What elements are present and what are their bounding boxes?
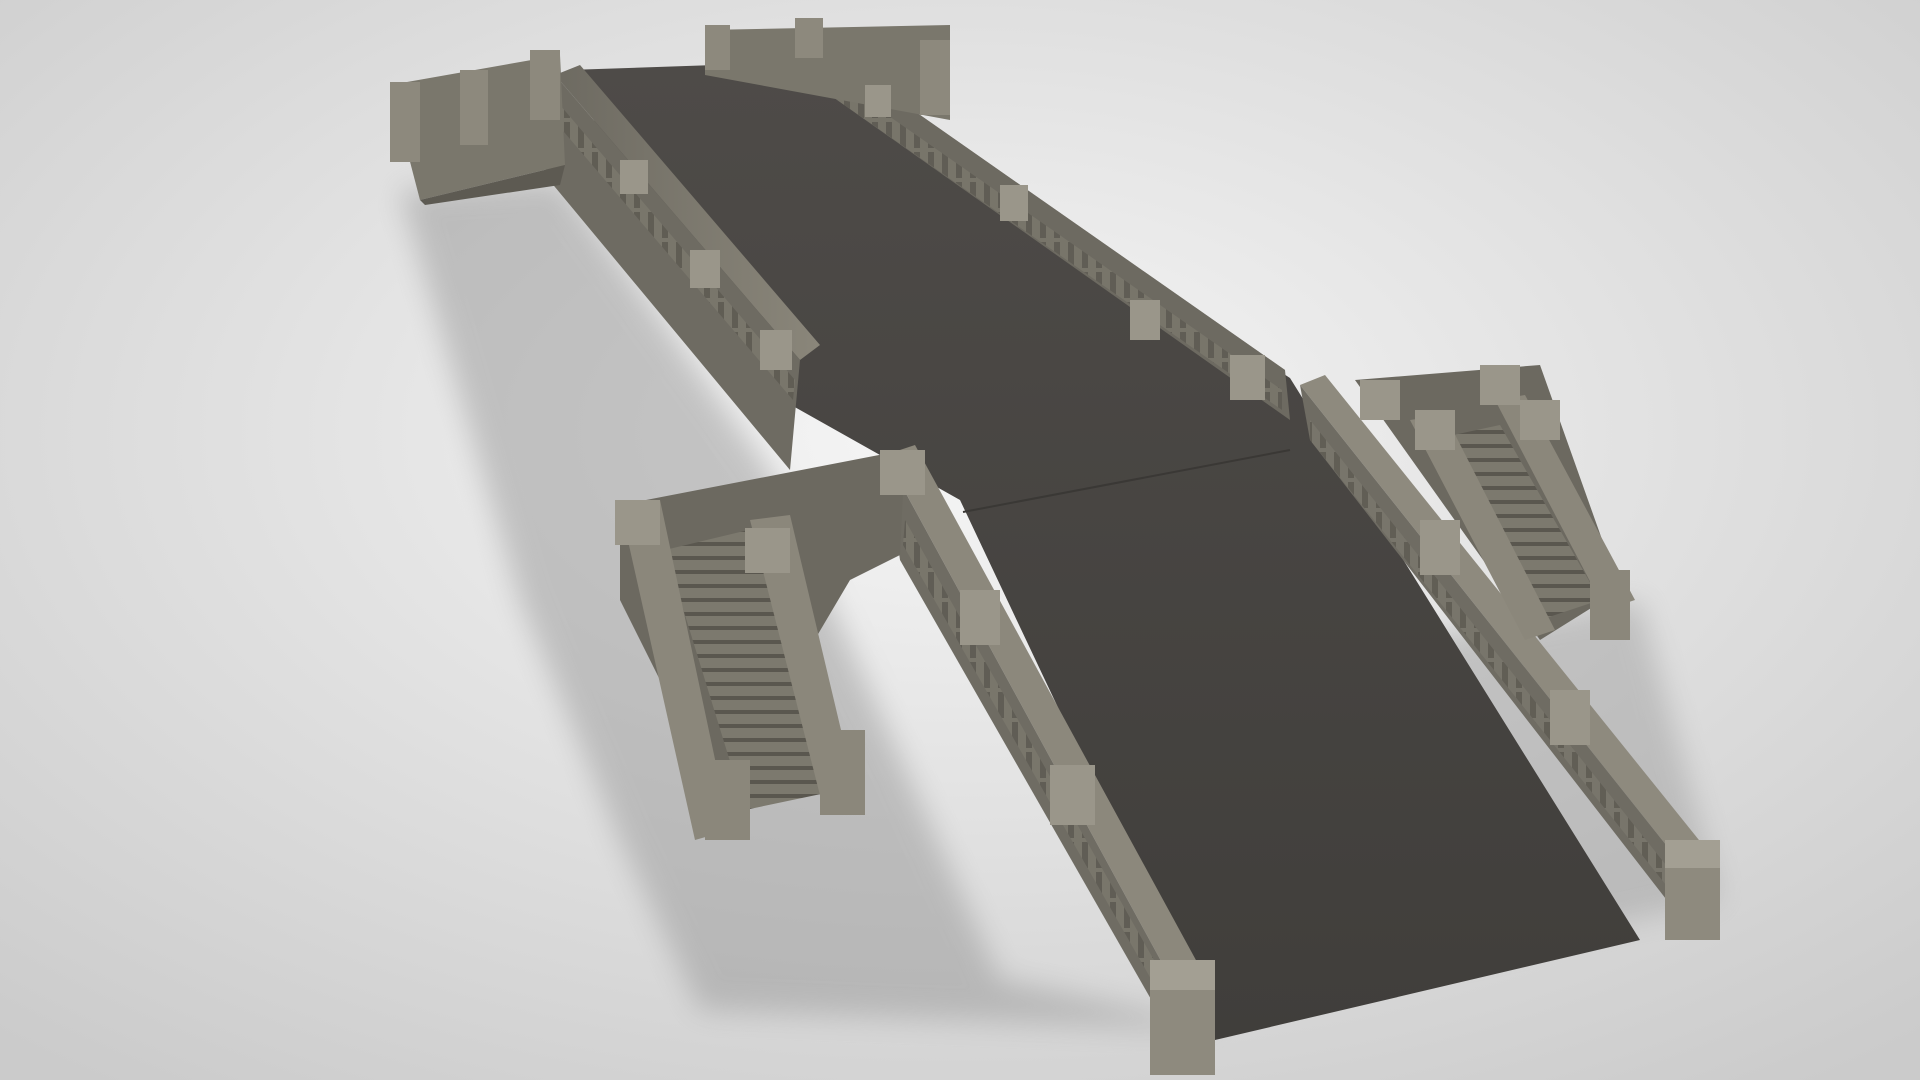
bridge-render [0,0,1920,1080]
render-viewport [0,0,1920,1080]
